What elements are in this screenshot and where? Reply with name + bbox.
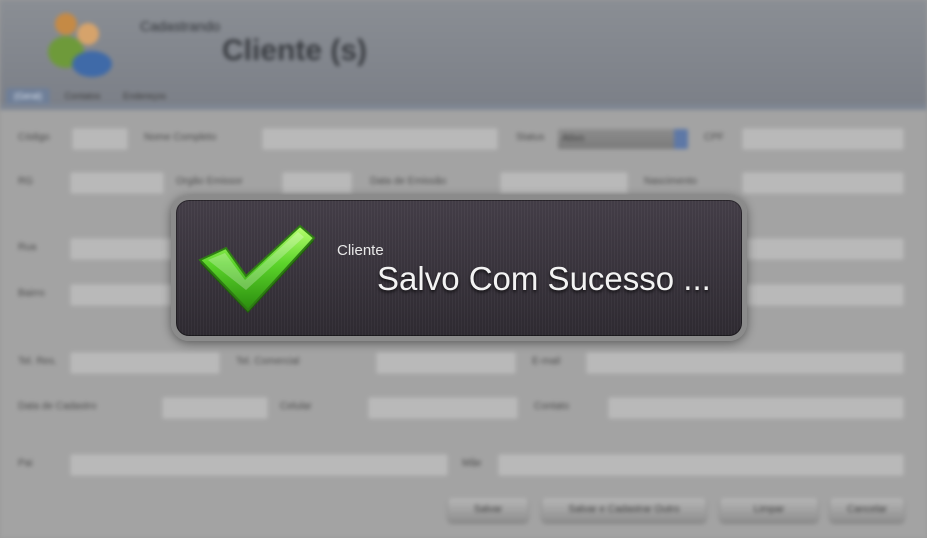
tab-bar: (Geral) Contatos Endereços: [6, 86, 176, 104]
success-notification: Cliente Salvo Com Sucesso ...: [171, 195, 747, 341]
codigo-field[interactable]: [72, 128, 128, 150]
data-emissao-label: Data de Emissão: [370, 176, 447, 187]
celular-label: Celular: [280, 401, 312, 412]
bairro-label: Bairro: [18, 288, 45, 299]
save-and-new-button[interactable]: Salvar e Cadastrar Outro: [542, 498, 706, 522]
chevron-down-icon: [674, 129, 688, 149]
cpf-field[interactable]: [742, 128, 904, 150]
rg-field[interactable]: [70, 172, 164, 194]
rg-label: RG: [18, 176, 33, 187]
contato-field[interactable]: [608, 397, 904, 419]
cpf-label: CPF: [704, 132, 724, 143]
tab-contatos[interactable]: Contatos: [56, 88, 108, 104]
pai-label: Pai: [18, 458, 33, 469]
pai-field[interactable]: [70, 454, 448, 476]
tel-field[interactable]: [70, 352, 220, 374]
status-value: Ativo: [562, 133, 585, 144]
status-label: Status: [516, 132, 545, 143]
status-select[interactable]: Ativo: [558, 129, 688, 149]
tab-enderecos[interactable]: Endereços: [115, 88, 174, 104]
email-label: E-mail: [532, 356, 561, 367]
form-header: Cadastrando Cliente (s) (Geral) Contatos…: [0, 0, 927, 104]
email-field[interactable]: [586, 352, 904, 374]
clear-button[interactable]: Limpar: [720, 498, 818, 522]
nome-label: Nome Completo: [144, 132, 217, 143]
nascimento-field[interactable]: [742, 172, 904, 194]
celular-field[interactable]: [368, 397, 518, 419]
save-button[interactable]: Salvar: [448, 498, 528, 522]
tel-comercial-field[interactable]: [376, 352, 516, 374]
mae-field[interactable]: [498, 454, 904, 476]
cancel-button[interactable]: Cancelar: [830, 498, 904, 522]
header-subtitle: Cadastrando: [140, 18, 221, 34]
orgao-field[interactable]: [282, 172, 352, 194]
tel-comercial-label: Tel. Comercial: [236, 356, 300, 367]
nascimento-label: Nascimento: [644, 176, 697, 187]
tab-geral[interactable]: (Geral): [6, 88, 51, 104]
users-icon: [48, 13, 112, 77]
mae-label: Mãe: [462, 458, 482, 469]
orgao-label: Orgão Emissor: [176, 176, 243, 187]
page-title: Cliente (s): [222, 34, 368, 67]
data-emissao-field[interactable]: [500, 172, 628, 194]
checkmark-icon: [198, 224, 316, 313]
data-cadastro-field[interactable]: [162, 397, 268, 419]
data-cadastro-label: Data de Cadastro: [18, 401, 97, 412]
notification-caption: Cliente: [337, 242, 384, 259]
rua-label: Rua: [18, 242, 37, 253]
tel-label: Tel. Res.: [18, 356, 57, 367]
codigo-label: Código: [18, 132, 50, 143]
notification-message: Salvo Com Sucesso ...: [377, 260, 711, 297]
nome-field[interactable]: [262, 128, 498, 150]
contato-label: Contato: [534, 401, 570, 412]
